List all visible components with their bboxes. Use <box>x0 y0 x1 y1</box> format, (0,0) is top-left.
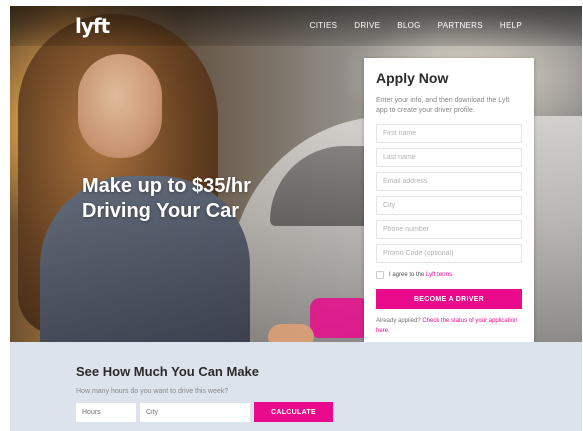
hero-headline-line2: Driving Your Car <box>82 200 240 222</box>
terms-label-prefix: I agree to the <box>389 272 427 278</box>
calculate-button[interactable]: CALCULATE <box>254 402 333 422</box>
terms-label: I agree to the Lyft terms <box>389 272 452 278</box>
nav-link-cities[interactable]: CITIES <box>310 21 338 30</box>
terms-agreement: I agree to the Lyft terms <box>376 271 522 279</box>
apply-description: Enter your info, and then download the L… <box>376 97 510 114</box>
nav-link-blog[interactable]: BLOG <box>397 21 420 30</box>
become-driver-button[interactable]: BECOME A DRIVER <box>376 289 522 309</box>
nav-link-partners[interactable]: PARTNERS <box>438 21 483 30</box>
lyft-logo[interactable]: lyft <box>75 14 110 38</box>
nav-link-help[interactable]: HELP <box>500 21 522 30</box>
hours-input[interactable] <box>76 403 136 422</box>
earnings-calculator: See How Much You Can Make How many hours… <box>10 342 582 431</box>
hero-headline: Make up to $35/hr Driving Your Car <box>82 174 251 224</box>
email-field[interactable] <box>376 172 522 191</box>
calculator-title: See How Much You Can Make <box>76 364 260 379</box>
nav-links: CITIES DRIVE BLOG PARTNERS HELP <box>310 21 522 30</box>
calculator-city-input[interactable] <box>140 403 250 422</box>
calculator-question: How many hours do you want to drive this… <box>76 388 229 395</box>
promo-code-field[interactable] <box>376 244 522 263</box>
apply-fields <box>376 124 522 263</box>
nav-link-drive[interactable]: DRIVE <box>354 21 380 30</box>
hero-headline-line1: Make up to $35/hr <box>82 175 251 197</box>
first-name-field[interactable] <box>376 124 522 143</box>
lyft-driver-page: lyft CITIES DRIVE BLOG PARTNERS HELP Mak… <box>10 6 582 431</box>
city-field[interactable] <box>376 196 522 215</box>
phone-field[interactable] <box>376 220 522 239</box>
top-nav: lyft CITIES DRIVE BLOG PARTNERS HELP <box>10 6 582 46</box>
terms-link[interactable]: Lyft terms <box>426 272 452 278</box>
apply-title: Apply Now <box>376 70 449 86</box>
last-name-field[interactable] <box>376 148 522 167</box>
apply-form-card: Apply Now Enter your info, and then down… <box>364 58 534 364</box>
terms-checkbox[interactable] <box>376 271 384 279</box>
already-applied-text: Already applied? Check the status of you… <box>376 316 522 336</box>
already-applied-prefix: Already applied? <box>376 318 423 324</box>
